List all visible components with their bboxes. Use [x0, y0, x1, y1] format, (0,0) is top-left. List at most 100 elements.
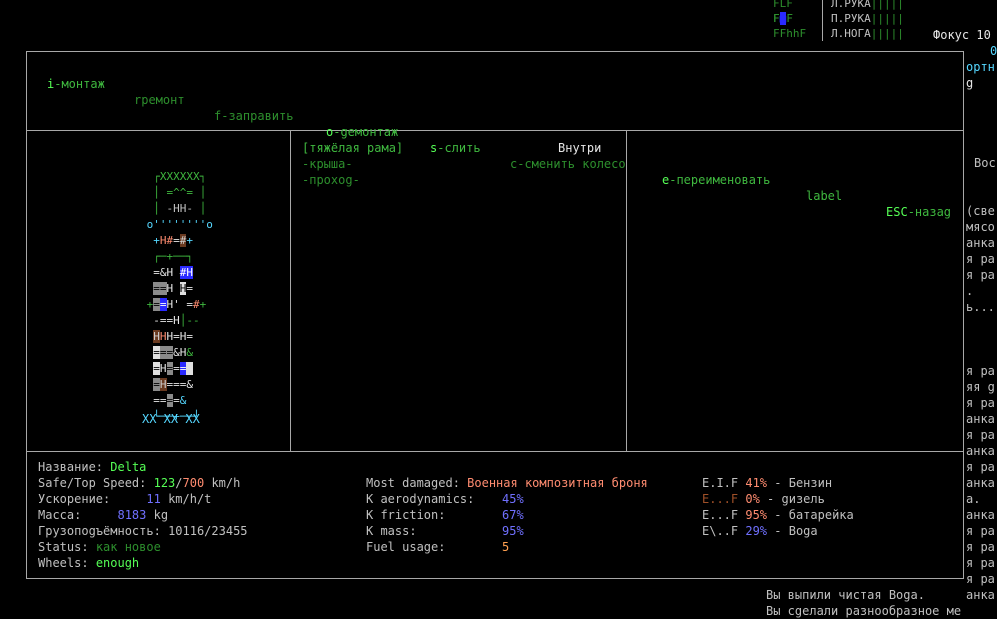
stat-wheels-value: enough — [95, 556, 140, 570]
side-list-2: я ра яя g я ра анка я ра анка я ра анка … — [966, 363, 995, 539]
stat-accel: Ускорение: 11 km/h/t — [38, 491, 211, 507]
selected-part[interactable]: [тяжёлая рама] — [302, 140, 403, 156]
menu-back-label: -назаg — [907, 205, 952, 219]
side-line: . — [966, 284, 974, 298]
menu-label[interactable]: label — [806, 188, 842, 204]
side-line: я ра — [966, 460, 995, 474]
body-row-left-arm: Л.РУКА — [831, 0, 871, 10]
stat-status: Status: как новое — [38, 539, 161, 555]
vehicle-schematic[interactable]: ┌XXXXXX┐ │ =^^= │ │ -HH- │ o''''''''o +H… — [140, 153, 213, 425]
tank-diesel: E...F 0% - gизель — [702, 491, 825, 507]
vehicle-row-15: ====& — [153, 394, 187, 407]
bar-right-arm: ||||| — [870, 12, 904, 25]
fuel-usage-value: 5 — [502, 540, 510, 554]
body-row-right-arm: П.РУКА — [831, 12, 871, 25]
stat-mass-unit: kg — [153, 508, 169, 522]
part-item-passage[interactable]: -прохоg- — [302, 172, 360, 188]
message-log: Вы выпили чистая Bоgа. Вы сgелали разноо… — [766, 587, 961, 619]
stat-name: Название: Delta — [38, 459, 146, 475]
vehicle-row-1: ┌XXXXXX┐ — [140, 170, 207, 183]
side-line: я ра — [966, 252, 995, 266]
side-line: а. — [966, 492, 981, 506]
menu-drain[interactable]: s-слить — [430, 140, 481, 156]
part-location: Внутри — [558, 141, 602, 155]
tank-battery-pct: 95% — [745, 508, 768, 522]
menu-rename[interactable]: e-переименовать — [662, 172, 770, 188]
stat-wheels-label: Wheels: — [38, 556, 89, 570]
menu-back[interactable]: ESC-назаg — [886, 204, 951, 220]
wheels-row: XX XX XX — [142, 412, 200, 426]
side-line: я ра — [966, 540, 995, 554]
bar-left-arm: ||||| — [870, 0, 904, 10]
tank-diesel-name: - gизель — [767, 492, 825, 506]
menu-repair[interactable]: rремонт — [134, 92, 185, 108]
stat-mass-value: 8183 — [117, 508, 147, 522]
bar-left-leg: ||||| — [870, 27, 904, 40]
right-number: 0 — [990, 44, 997, 58]
menu-refuel[interactable]: f-заправить — [214, 108, 293, 124]
vehicle-row-3: │ -HH- │ — [153, 202, 207, 215]
menu-install[interactable]: i-монтаж — [47, 76, 105, 92]
tank-water-pct: 29% — [745, 524, 768, 538]
stat-speed-top: 700 — [182, 476, 205, 490]
menu-back-key: ESC — [886, 205, 908, 219]
menu-uninstall[interactable]: o-gемонтаж — [326, 124, 398, 140]
side-line: мясо — [966, 220, 995, 234]
tank-battery-gauge: E...F — [702, 508, 739, 522]
tank-gasoline-gauge: E.I.F — [702, 476, 739, 490]
stat-status-value: как новое — [95, 540, 161, 554]
vehicle-row-11: HHH=H= — [153, 330, 193, 343]
k-friction-label: K friction: — [366, 508, 446, 522]
vehicle-row-9: +==H' =#+ — [146, 298, 207, 311]
vehicle-top-label: XXXXXX — [159, 170, 200, 183]
most-damaged-value: Военная композитная броня — [467, 476, 648, 490]
side-top-1: ортн — [966, 60, 995, 74]
side-top-2: g — [966, 76, 974, 90]
side-line: я ра — [966, 572, 995, 586]
stat-name-value: Delta — [110, 460, 147, 474]
window-divider-v1 — [290, 130, 291, 452]
side-line: анка — [966, 444, 995, 458]
fuel-usage-label: Fuel usage: — [366, 540, 446, 554]
most-damaged: Most damaged: Военная композитная броня — [366, 475, 648, 491]
side-line: я ра — [966, 524, 995, 538]
tank-diesel-pct: 0% — [745, 492, 760, 506]
log-line-2: Вы сgелали разнообразное ме — [766, 604, 962, 618]
side-line: анка — [966, 476, 995, 490]
stat-mass-label: Масса: — [38, 508, 82, 522]
vehicle-row-10: -==H│-- — [153, 314, 200, 327]
k-mass-value: 95% — [502, 524, 524, 538]
window-divider-bottom — [26, 451, 964, 452]
stat-accel-unit: km/h/t — [168, 492, 212, 506]
tank-battery-name: - батарейка — [774, 508, 854, 522]
tank-gasoline: E.I.F 41% - Бензин — [702, 475, 832, 491]
menu-drain-label: -слить — [437, 141, 481, 155]
vehicle-row-13: =H=== — [140, 362, 193, 375]
part-item-roof[interactable]: -крыша- — [302, 156, 353, 172]
side-line: я ра — [966, 268, 995, 282]
k-friction: K friction: — [366, 507, 445, 523]
tank-battery: E...F 95% - батарейка — [702, 507, 854, 523]
stat-mass: Масса: 8183 kg — [38, 507, 168, 523]
tank-gasoline-name: - Бензин — [774, 476, 833, 490]
stat-speed: Safe/Top Speed: 123/700 km/h — [38, 476, 241, 490]
menu-change-wheel[interactable]: c-сменить колесо — [510, 156, 626, 172]
body-status: Л.РУКА||||| П.РУКА||||| Л.НОГА||||| — [822, 0, 904, 41]
side-list-3: я ра я ра я ра анка — [966, 539, 995, 603]
vehicle-row-6: ┌─+──┐ — [140, 250, 193, 263]
side-line: я ра — [966, 364, 995, 378]
side-line: (све — [966, 204, 995, 218]
menu-rename-label: -переименовать — [669, 173, 771, 187]
side-line: ь... — [966, 300, 995, 314]
k-aero-label: K aerodynamics: — [366, 492, 475, 506]
k-aero: K aerodynamics: — [366, 491, 474, 507]
side-mid: Вос — [974, 156, 996, 170]
stat-cargo: Грузопоgъёмность: 10116/23455 — [38, 523, 248, 539]
k-friction-value: 67% — [502, 508, 524, 522]
stat-cargo-label: Грузопоgъёмность: — [38, 524, 161, 538]
body-row-left-leg: Л.НОГА — [831, 27, 871, 40]
menu-uninstall-label: -gемонтаж — [333, 125, 399, 139]
side-list-1: (све мясо анка я ра я ра . ь... — [966, 203, 995, 315]
stat-accel-value: 11 — [146, 492, 161, 506]
stat-cargo-value: 10116/23455 — [168, 524, 248, 538]
